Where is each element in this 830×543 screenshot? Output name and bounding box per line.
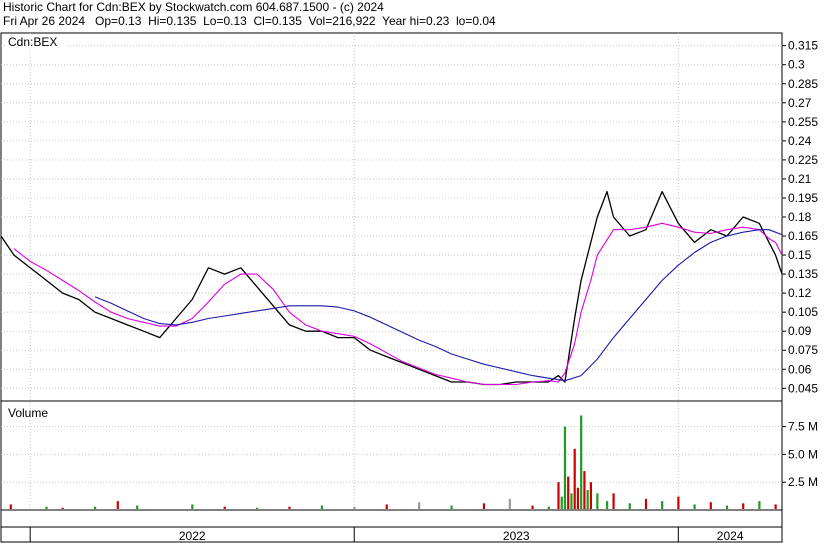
volume-panel — [0, 400, 783, 511]
volume-bar — [450, 505, 453, 509]
volume-axis-ticks: 2.5 M 5.0 M 7.5 M — [782, 420, 818, 489]
price-tick-label: 0.255 — [788, 115, 818, 129]
price-tick-label: 0.21 — [788, 172, 812, 186]
volume-bar — [191, 504, 194, 509]
volume-bar — [586, 489, 589, 509]
volume-bar — [661, 501, 664, 509]
volume-bar — [563, 426, 567, 509]
symbol-label: Cdn:BEX — [8, 35, 57, 49]
volume-bar — [353, 506, 356, 509]
price-tick-label: 0.3 — [788, 58, 805, 72]
price-tick-label: 0.06 — [788, 362, 812, 376]
volume-tick-label: 2.5 M — [788, 475, 818, 489]
price-tick-label: 0.315 — [788, 39, 818, 53]
volume-bar — [573, 448, 576, 509]
volume-bar — [576, 487, 580, 509]
price-tick-label: 0.165 — [788, 229, 818, 243]
volume-tick-label: 7.5 M — [788, 420, 818, 434]
volume-bar — [288, 506, 291, 509]
price-tick-label: 0.285 — [788, 77, 818, 91]
price-tick-label: 0.18 — [788, 210, 812, 224]
year-label: 2022 — [179, 529, 206, 543]
year-axis-strip — [0, 509, 783, 543]
volume-bar — [758, 501, 761, 509]
stock-chart: 0.045 0.06 0.075 0.09 0.105 0.12 0.135 0.15 0.16… — [0, 32, 818, 543]
volume-bar — [136, 505, 139, 509]
volume-bar — [385, 504, 388, 509]
volume-bar — [589, 482, 593, 509]
volume-bar — [644, 498, 648, 509]
volume-bar — [580, 415, 583, 509]
price-tick-label: 0.15 — [788, 248, 812, 262]
volume-bar — [9, 504, 12, 509]
price-tick-label: 0.225 — [788, 153, 818, 167]
volume-bar — [116, 501, 119, 509]
volume-bar — [256, 507, 259, 509]
volume-bar — [61, 507, 64, 509]
price-tick-label: 0.27 — [788, 96, 812, 110]
volume-bar — [725, 505, 729, 509]
volume-bar — [45, 506, 48, 509]
price-tick-label: 0.075 — [788, 343, 818, 357]
volume-bar — [628, 503, 631, 509]
volume-bar — [560, 496, 563, 509]
price-tick-label: 0.045 — [788, 381, 818, 395]
volume-bar — [596, 493, 599, 509]
volume-bar — [583, 471, 586, 509]
volume-bar — [557, 482, 560, 509]
volume-bar — [693, 504, 696, 509]
volume-bar — [547, 506, 550, 509]
year-label: 2024 — [717, 529, 744, 543]
price-tick-label: 0.195 — [788, 191, 818, 205]
volume-bar — [567, 476, 570, 509]
price-axis-ticks: 0.045 0.06 0.075 0.09 0.105 0.12 0.135 0.15 0.16… — [782, 39, 818, 395]
volume-bar — [774, 504, 777, 509]
volume-bar — [677, 496, 680, 509]
volume-bar — [709, 502, 712, 509]
price-tick-label: 0.24 — [788, 134, 812, 148]
volume-panel-label: Volume — [8, 406, 48, 420]
volume-bar — [223, 506, 226, 509]
volume-bar — [531, 505, 534, 509]
volume-bar — [606, 501, 609, 509]
volume-bar — [612, 493, 615, 509]
price-tick-label: 0.105 — [788, 305, 818, 319]
volume-bar — [93, 506, 97, 509]
volume-bar — [418, 502, 421, 509]
price-tick-label: 0.09 — [788, 324, 812, 338]
volume-bar — [742, 503, 745, 509]
price-tick-label: 0.135 — [788, 267, 818, 281]
volume-bar — [320, 505, 324, 509]
volume-tick-label: 5.0 M — [788, 447, 818, 461]
volume-bar — [508, 498, 511, 509]
volume-bar — [570, 493, 573, 509]
volume-bar — [482, 503, 486, 509]
price-tick-label: 0.12 — [788, 286, 812, 300]
year-label: 2023 — [503, 529, 530, 543]
